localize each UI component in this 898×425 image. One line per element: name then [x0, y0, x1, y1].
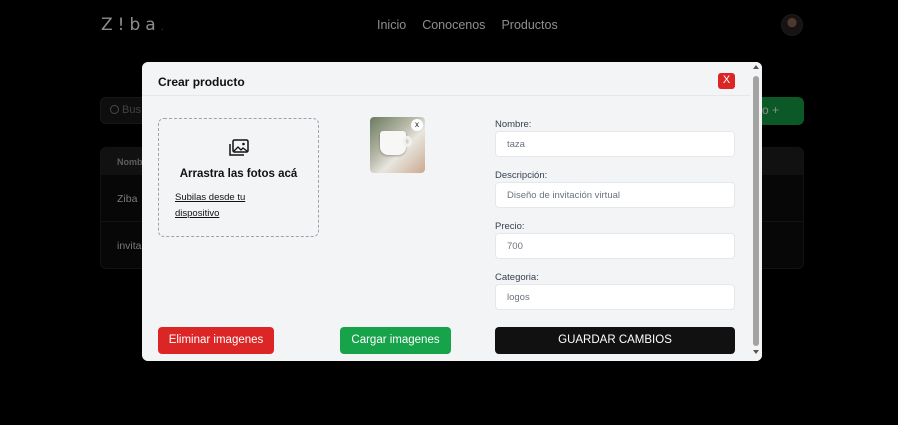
- close-button[interactable]: X: [718, 73, 735, 89]
- descripcion-label: Descripción:: [495, 170, 548, 181]
- categoria-field[interactable]: logos: [495, 284, 735, 310]
- nombre-label: Nombre:: [495, 119, 532, 130]
- descripcion-field[interactable]: Diseño de invitación virtual: [495, 182, 735, 208]
- modal-title: Crear producto: [158, 75, 245, 89]
- images-icon: [229, 139, 249, 156]
- upload-from-device-link[interactable]: Subilas desde tu dispositivo: [175, 190, 285, 222]
- precio-label: Precio:: [495, 221, 525, 232]
- precio-field[interactable]: 700: [495, 233, 735, 259]
- modal-divider: [142, 95, 750, 96]
- dropzone-title: Arrastra las fotos acá: [179, 168, 298, 180]
- upload-images-button[interactable]: Cargar imagenes: [340, 327, 451, 354]
- create-product-modal: Crear producto X Arrastra las fotos acá …: [142, 62, 762, 361]
- modal-scrollbar[interactable]: [750, 62, 762, 361]
- scrollbar-thumb[interactable]: [753, 76, 759, 346]
- mug-handle: [403, 136, 412, 147]
- nombre-field[interactable]: taza: [495, 131, 735, 157]
- delete-images-button[interactable]: Eliminar imagenes: [158, 327, 274, 354]
- categoria-label: Categoria:: [495, 272, 539, 283]
- image-dropzone[interactable]: Arrastra las fotos acá Subilas desde tu …: [158, 118, 319, 237]
- scroll-down-icon[interactable]: [753, 350, 759, 354]
- remove-image-button[interactable]: x: [411, 119, 423, 131]
- mug-image: [380, 131, 406, 155]
- save-changes-button[interactable]: GUARDAR CAMBIOS: [495, 327, 735, 354]
- page: Z!ba. Inicio Conocenos Productos Bus o +…: [0, 0, 898, 425]
- scroll-up-icon[interactable]: [753, 65, 759, 69]
